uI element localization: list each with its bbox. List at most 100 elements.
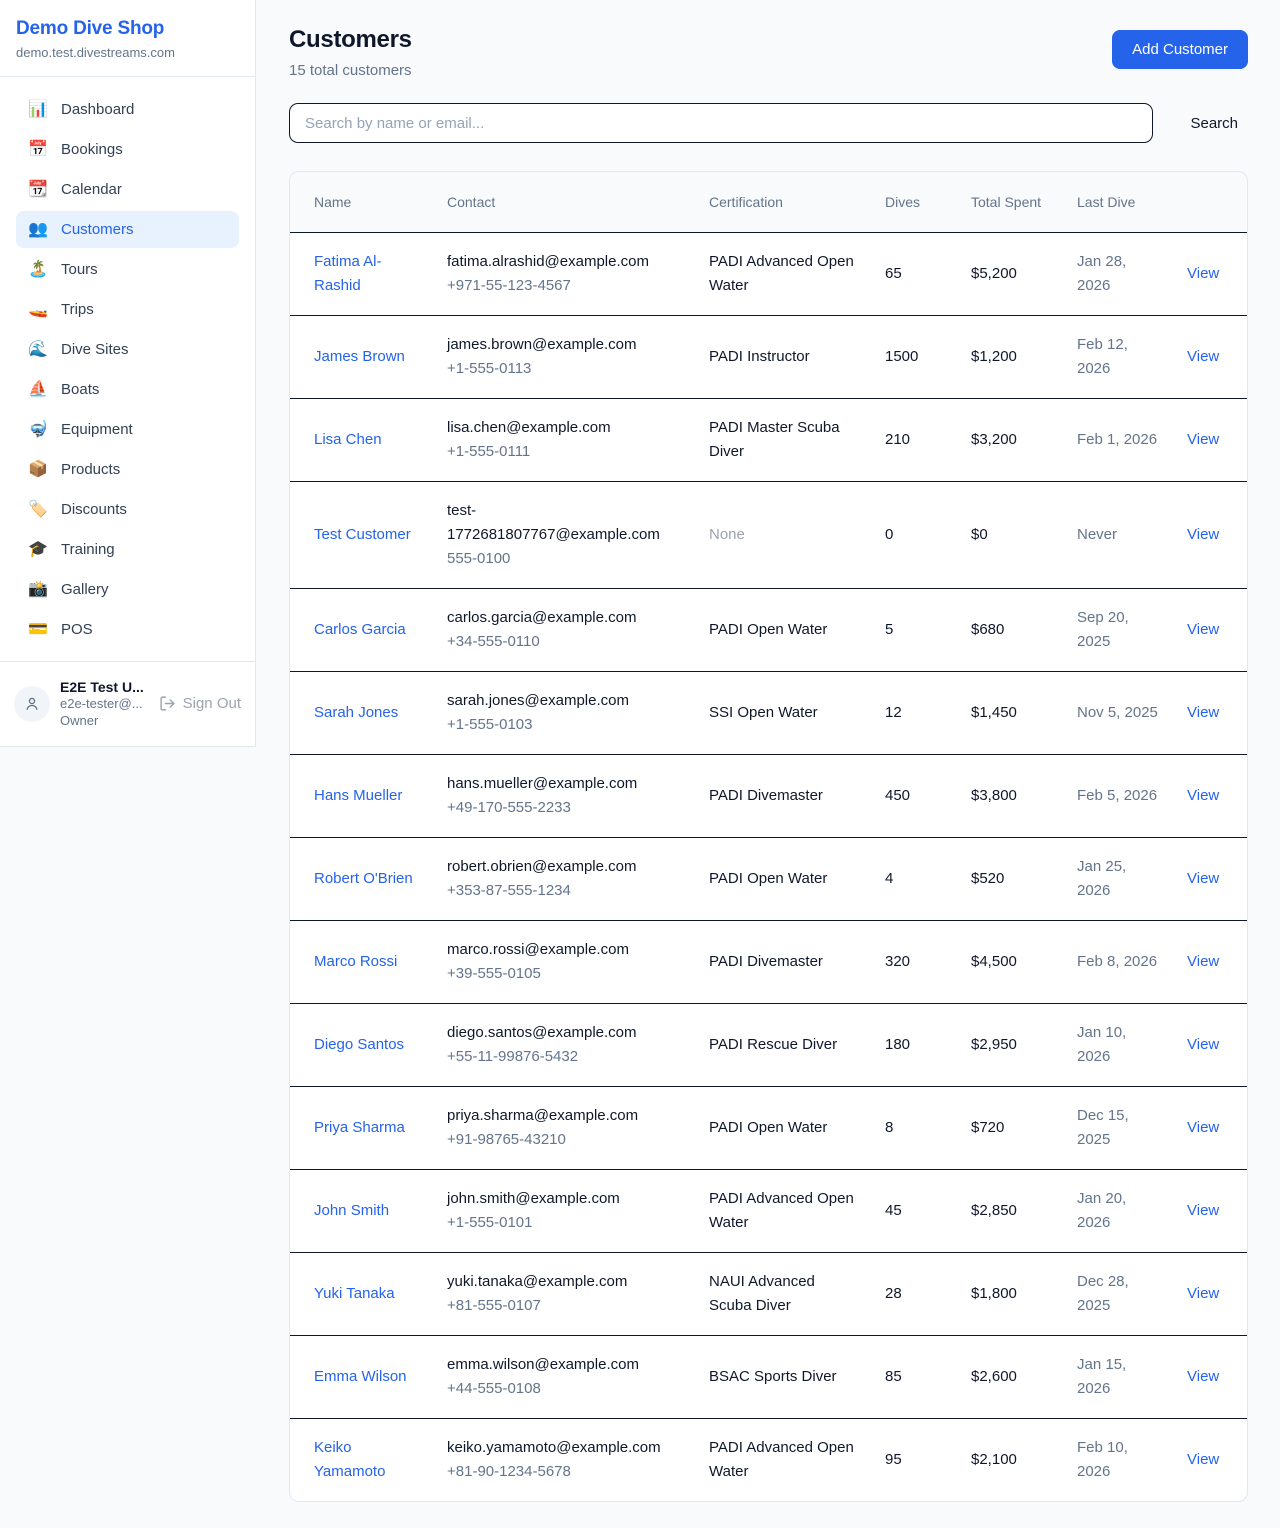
view-link[interactable]: View: [1187, 621, 1219, 638]
customer-dives: 12: [873, 671, 959, 754]
customer-phone: +39-555-0105: [447, 962, 685, 986]
customer-name-link[interactable]: Keiko Yamamoto: [314, 1439, 385, 1480]
island-icon: 🏝️: [28, 262, 48, 278]
view-link[interactable]: View: [1187, 1368, 1219, 1385]
sidebar-item-label: Training: [61, 541, 115, 558]
customer-phone: +55-11-99876-5432: [447, 1045, 685, 1069]
customer-name-link[interactable]: Hans Mueller: [314, 787, 402, 804]
customer-name-link[interactable]: Priya Sharma: [314, 1119, 405, 1136]
view-link[interactable]: View: [1187, 265, 1219, 282]
customer-certification: SSI Open Water: [697, 671, 873, 754]
sidebar-item-dive-sites[interactable]: 🌊 Dive Sites: [16, 331, 239, 368]
sidebar-item-bookings[interactable]: 📅 Bookings: [16, 131, 239, 168]
customer-total-spent: $1,450: [959, 671, 1065, 754]
customer-dives: 4: [873, 837, 959, 920]
table-row: Carlos Garcia carlos.garcia@example.com …: [290, 588, 1248, 671]
view-link[interactable]: View: [1187, 1202, 1219, 1219]
customer-dives: 210: [873, 398, 959, 481]
customer-name-link[interactable]: John Smith: [314, 1202, 389, 1219]
customer-email: marco.rossi@example.com: [447, 938, 685, 962]
customer-name-link[interactable]: Marco Rossi: [314, 953, 397, 970]
sidebar-item-discounts[interactable]: 🏷️ Discounts: [16, 491, 239, 528]
customer-name-link[interactable]: Emma Wilson: [314, 1368, 407, 1385]
view-link[interactable]: View: [1187, 348, 1219, 365]
sidebar-item-pos[interactable]: 💳 POS: [16, 611, 239, 648]
view-link[interactable]: View: [1187, 787, 1219, 804]
customer-last-dive: Feb 5, 2026: [1065, 754, 1175, 837]
customer-name-link[interactable]: Sarah Jones: [314, 704, 398, 721]
view-link[interactable]: View: [1187, 1119, 1219, 1136]
column-header-dives: Dives: [873, 172, 959, 232]
table-row: Fatima Al-Rashid fatima.alrashid@example…: [290, 232, 1248, 315]
view-link[interactable]: View: [1187, 526, 1219, 543]
table-row: Emma Wilson emma.wilson@example.com +44-…: [290, 1335, 1248, 1418]
table-row: Robert O'Brien robert.obrien@example.com…: [290, 837, 1248, 920]
customer-phone: +81-90-1234-5678: [447, 1460, 685, 1484]
customer-dives: 8: [873, 1086, 959, 1169]
view-link[interactable]: View: [1187, 1285, 1219, 1302]
sidebar-item-tours[interactable]: 🏝️ Tours: [16, 251, 239, 288]
sign-out-button[interactable]: Sign Out: [159, 695, 241, 712]
customer-last-dive: Jan 25, 2026: [1065, 837, 1175, 920]
column-header-total-spent: Total Spent: [959, 172, 1065, 232]
view-link[interactable]: View: [1187, 1451, 1219, 1468]
customer-phone: +353-87-555-1234: [447, 879, 685, 903]
sidebar-item-label: Dive Sites: [61, 341, 129, 358]
sailboat-icon: ⛵: [28, 382, 48, 398]
add-customer-button[interactable]: Add Customer: [1112, 30, 1248, 69]
customer-last-dive: Feb 10, 2026: [1065, 1418, 1175, 1501]
camera-icon: 📸: [28, 582, 48, 598]
column-header-actions: [1175, 172, 1248, 232]
customer-certification: PADI Instructor: [697, 315, 873, 398]
logout-icon: [159, 695, 176, 712]
sidebar-item-equipment[interactable]: 🤿 Equipment: [16, 411, 239, 448]
view-link[interactable]: View: [1187, 1036, 1219, 1053]
sidebar-item-customers[interactable]: 👥 Customers: [16, 211, 239, 248]
customer-last-dive: Sep 20, 2025: [1065, 588, 1175, 671]
speedboat-icon: 🚤: [28, 302, 48, 318]
customer-name-link[interactable]: Yuki Tanaka: [314, 1285, 395, 1302]
customer-dives: 320: [873, 920, 959, 1003]
wave-icon: 🌊: [28, 342, 48, 358]
view-link[interactable]: View: [1187, 431, 1219, 448]
customer-last-dive: Dec 15, 2025: [1065, 1086, 1175, 1169]
customer-name-link[interactable]: Diego Santos: [314, 1036, 404, 1053]
sidebar-item-boats[interactable]: ⛵ Boats: [16, 371, 239, 408]
customer-name-link[interactable]: Test Customer: [314, 526, 411, 543]
customer-name-link[interactable]: Robert O'Brien: [314, 870, 413, 887]
customer-email: robert.obrien@example.com: [447, 855, 685, 879]
graduation-cap-icon: 🎓: [28, 542, 48, 558]
view-link[interactable]: View: [1187, 870, 1219, 887]
customer-dives: 28: [873, 1252, 959, 1335]
customer-last-dive: Never: [1065, 481, 1175, 588]
sidebar-item-gallery[interactable]: 📸 Gallery: [16, 571, 239, 608]
user-email: e2e-tester@...: [60, 696, 144, 713]
sidebar-item-calendar[interactable]: 📆 Calendar: [16, 171, 239, 208]
sidebar-item-trips[interactable]: 🚤 Trips: [16, 291, 239, 328]
customer-name-link[interactable]: Fatima Al-Rashid: [314, 253, 382, 294]
customer-email: james.brown@example.com: [447, 333, 685, 357]
sidebar-item-dashboard[interactable]: 📊 Dashboard: [16, 91, 239, 128]
customer-name-link[interactable]: James Brown: [314, 348, 405, 365]
package-icon: 📦: [28, 462, 48, 478]
search-input[interactable]: [289, 103, 1153, 143]
customer-name-link[interactable]: Carlos Garcia: [314, 621, 406, 638]
customer-phone: +44-555-0108: [447, 1377, 685, 1401]
table-row: Priya Sharma priya.sharma@example.com +9…: [290, 1086, 1248, 1169]
sidebar-item-label: Tours: [61, 261, 98, 278]
customer-certification: PADI Master Scuba Diver: [697, 398, 873, 481]
view-link[interactable]: View: [1187, 953, 1219, 970]
customer-certification: NAUI Advanced Scuba Diver: [697, 1252, 873, 1335]
customer-certification: PADI Advanced Open Water: [697, 1169, 873, 1252]
customer-name-link[interactable]: Lisa Chen: [314, 431, 382, 448]
view-link[interactable]: View: [1187, 704, 1219, 721]
customer-phone: +91-98765-43210: [447, 1128, 685, 1152]
sidebar-item-training[interactable]: 🎓 Training: [16, 531, 239, 568]
customers-table-card: Name Contact Certification Dives Total S…: [289, 171, 1248, 1502]
sidebar-item-products[interactable]: 📦 Products: [16, 451, 239, 488]
search-button[interactable]: Search: [1180, 109, 1248, 138]
table-row: Sarah Jones sarah.jones@example.com +1-5…: [290, 671, 1248, 754]
customer-certification: PADI Open Water: [697, 837, 873, 920]
sidebar-item-label: Boats: [61, 381, 99, 398]
tear-off-calendar-icon: 📆: [28, 182, 48, 198]
